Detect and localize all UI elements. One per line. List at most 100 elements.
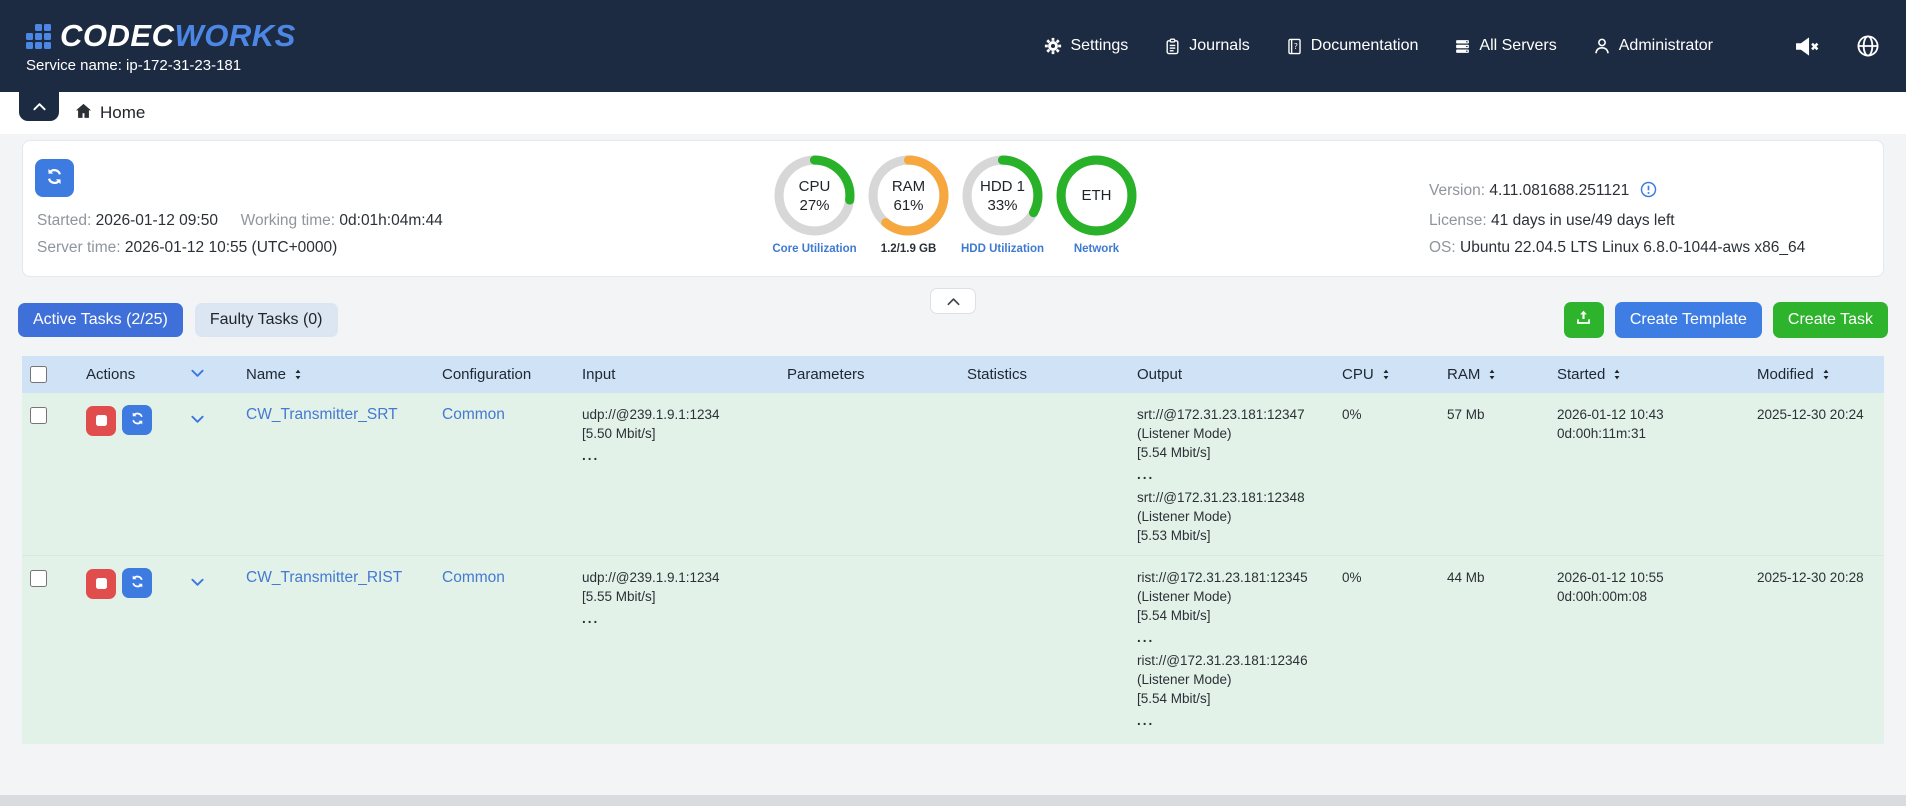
expand-ellipsis[interactable]: ...: [1137, 470, 1326, 480]
tab-faulty-tasks[interactable]: Faulty Tasks (0): [195, 303, 338, 337]
working-time-value: 0d:01h:04m:44: [339, 212, 442, 229]
ram-cell: 57 Mb: [1439, 393, 1549, 556]
task-configuration-link[interactable]: Common: [442, 569, 505, 586]
expand-row-chevron-icon[interactable]: [190, 411, 205, 430]
expand-ellipsis[interactable]: ...: [1137, 716, 1326, 726]
create-template-button[interactable]: Create Template: [1615, 302, 1762, 338]
nav-documentation[interactable]: ? Documentation: [1286, 37, 1419, 55]
server-time-value: 2026-01-12 10:55 (UTC+0000): [125, 239, 337, 256]
gauge-eth: ETH Network: [1056, 155, 1137, 255]
task-name-link[interactable]: CW_Transmitter_SRT: [246, 406, 398, 423]
mute-icon[interactable]: [1793, 33, 1820, 60]
refresh-icon: [130, 574, 145, 592]
table-header-row: Actions Name Configuration Input Paramet…: [22, 356, 1884, 393]
cell-line: 2026-01-12 10:43: [1557, 405, 1741, 424]
version-info-icon[interactable]: [1640, 185, 1657, 202]
sort-icon: [1486, 368, 1498, 381]
header-modified[interactable]: Modified: [1749, 356, 1884, 393]
tasks-table: Actions Name Configuration Input Paramet…: [22, 356, 1884, 744]
input-cell: udp://@239.1.9.1:1234[5.50 Mbit/s]...: [582, 405, 771, 461]
nav-administrator[interactable]: Administrator: [1593, 37, 1713, 55]
row-checkbox[interactable]: [30, 570, 47, 587]
expand-row-chevron-icon[interactable]: [190, 574, 205, 593]
select-all-checkbox[interactable]: [30, 366, 47, 383]
upload-icon: [1575, 309, 1592, 331]
horizontal-scrollbar[interactable]: [0, 795, 1906, 806]
cell-line: (Listener Mode): [1137, 670, 1326, 689]
cell-line: udp://@239.1.9.1:1234: [582, 405, 771, 424]
task-configuration-link[interactable]: Common: [442, 406, 505, 423]
collapse-status-panel-button[interactable]: [930, 288, 976, 314]
restart-task-button[interactable]: [122, 568, 152, 598]
import-task-button[interactable]: [1564, 302, 1604, 338]
header-statistics: Statistics: [959, 356, 1129, 393]
expand-ellipsis[interactable]: ...: [582, 451, 771, 461]
header-ram[interactable]: RAM: [1439, 356, 1549, 393]
cell-line: rist://@172.31.23.181:12346: [1137, 651, 1326, 670]
output-cell: rist://@172.31.23.181:12345(Listener Mod…: [1137, 568, 1326, 726]
gauge-cpu-sublabel[interactable]: Core Utilization: [772, 243, 856, 255]
cell-line: [5.54 Mbit/s]: [1137, 689, 1326, 708]
ram-cell: 44 Mb: [1439, 556, 1549, 745]
expand-ellipsis[interactable]: ...: [582, 614, 771, 624]
parameters-cell: [779, 393, 959, 556]
server-status-panel: Started: 2026-01-12 09:50 Working time: …: [22, 140, 1884, 277]
cell-line: srt://@172.31.23.181:12348: [1137, 488, 1326, 507]
nav-all-servers[interactable]: All Servers: [1454, 37, 1556, 55]
cell-line: rist://@172.31.23.181:12345: [1137, 568, 1326, 587]
svg-text:?: ?: [1294, 41, 1298, 50]
create-task-button[interactable]: Create Task: [1773, 302, 1888, 338]
started-cell: 2026-01-12 10:430d:00h:11m:31: [1557, 405, 1741, 443]
breadcrumb-bar: Home: [0, 92, 1906, 134]
cell-line: 0d:00h:00m:08: [1557, 587, 1741, 606]
header-name[interactable]: Name: [238, 356, 434, 393]
license-value: 41 days in use/49 days left: [1491, 212, 1675, 229]
gauge-cpu: CPU27% Core Utilization: [774, 155, 855, 255]
tab-active-tasks[interactable]: Active Tasks (2/25): [18, 303, 183, 337]
cpu-cell: 0%: [1334, 556, 1439, 745]
modified-cell: 2025-12-30 20:24: [1749, 393, 1884, 556]
cell-line: 0d:00h:11m:31: [1557, 424, 1741, 443]
cell-line: (Listener Mode): [1137, 424, 1326, 443]
cell-line: 2026-01-12 10:55: [1557, 568, 1741, 587]
nav-journals[interactable]: Journals: [1164, 37, 1249, 55]
documentation-icon: ?: [1286, 38, 1303, 55]
stop-task-button[interactable]: [86, 406, 116, 436]
header-started[interactable]: Started: [1549, 356, 1749, 393]
header-parameters: Parameters: [779, 356, 959, 393]
header-cpu[interactable]: CPU: [1334, 356, 1439, 393]
server-times: Started: 2026-01-12 09:50 Working time: …: [37, 207, 443, 261]
breadcrumb-home[interactable]: Home: [75, 103, 145, 124]
header-input: Input: [574, 356, 779, 393]
stop-icon: [96, 578, 107, 589]
nav-settings[interactable]: Settings: [1044, 37, 1128, 55]
refresh-icon: [130, 411, 145, 429]
restart-task-button[interactable]: [122, 405, 152, 435]
row-checkbox[interactable]: [30, 407, 47, 424]
gear-icon: [1044, 37, 1062, 55]
table-row: CW_Transmitter_SRT Common udp://@239.1.9…: [22, 393, 1884, 556]
journal-icon: [1164, 38, 1181, 55]
sort-icon: [1820, 368, 1832, 381]
cell-line: (Listener Mode): [1137, 507, 1326, 526]
started-value: 2026-01-12 09:50: [96, 212, 218, 229]
expand-all-chevron-icon[interactable]: [190, 366, 205, 383]
gauge-eth-sublabel[interactable]: Network: [1074, 243, 1119, 255]
header-output: Output: [1129, 356, 1334, 393]
refresh-status-button[interactable]: [35, 159, 74, 197]
gauge-hdd-sublabel[interactable]: HDD Utilization: [961, 243, 1044, 255]
header-actions: Actions: [78, 356, 182, 393]
cell-line: [5.50 Mbit/s]: [582, 424, 771, 443]
language-globe-icon[interactable]: [1856, 34, 1880, 58]
resource-gauges: CPU27% Core Utilization RAM61% 1.2/1.9 G…: [774, 155, 1137, 255]
started-cell: 2026-01-12 10:550d:00h:00m:08: [1557, 568, 1741, 606]
expand-ellipsis[interactable]: ...: [1137, 633, 1326, 643]
cell-line: srt://@172.31.23.181:12347: [1137, 405, 1326, 424]
collapse-navbar-button[interactable]: [19, 92, 59, 121]
statistics-cell: [959, 556, 1129, 745]
stop-task-button[interactable]: [86, 569, 116, 599]
cell-line: (Listener Mode): [1137, 587, 1326, 606]
task-name-link[interactable]: CW_Transmitter_RIST: [246, 569, 402, 586]
sort-icon: [1611, 368, 1623, 381]
version-value: 4.11.081688.251121: [1489, 182, 1629, 199]
